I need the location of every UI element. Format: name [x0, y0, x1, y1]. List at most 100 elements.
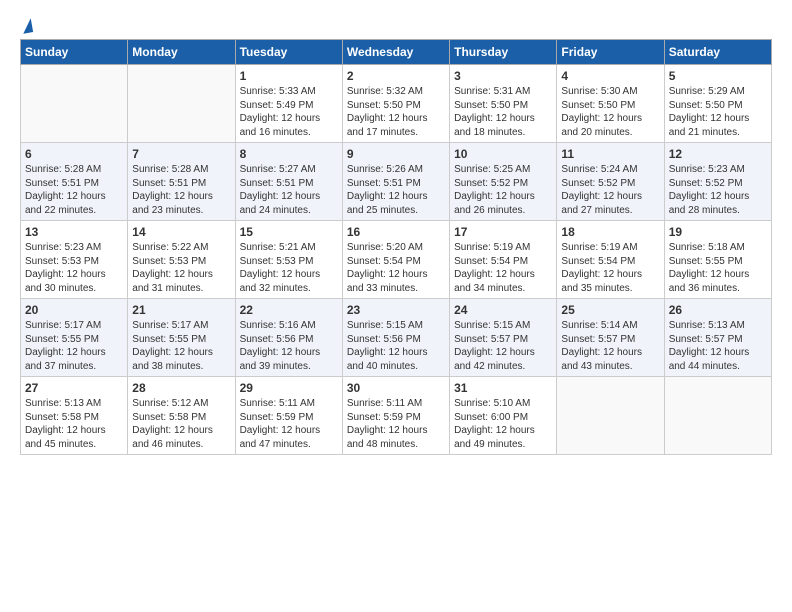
calendar-cell	[664, 377, 771, 455]
calendar-cell: 31 Sunrise: 5:10 AM Sunset: 6:00 PM Dayli…	[450, 377, 557, 455]
day-number: 21	[132, 303, 230, 317]
day-info: Sunrise: 5:10 AM Sunset: 6:00 PM Dayligh…	[454, 397, 552, 451]
day-number: 19	[669, 225, 767, 239]
week-row-2: 6 Sunrise: 5:28 AM Sunset: 5:51 PM Daylig…	[21, 143, 772, 221]
col-header-thursday: Thursday	[450, 40, 557, 65]
day-info: Sunrise: 5:16 AM Sunset: 5:56 PM Dayligh…	[240, 319, 338, 373]
week-row-1: 1Sunrise: 5:33 AM Sunset: 5:49 PM Daylig…	[21, 65, 772, 143]
calendar-cell: 15 Sunrise: 5:21 AM Sunset: 5:53 PM Dayli…	[235, 221, 342, 299]
calendar-cell: 26 Sunrise: 5:13 AM Sunset: 5:57 PM Dayli…	[664, 299, 771, 377]
header	[20, 15, 772, 33]
day-number: 14	[132, 225, 230, 239]
day-number: 16	[347, 225, 445, 239]
col-header-sunday: Sunday	[21, 40, 128, 65]
col-header-saturday: Saturday	[664, 40, 771, 65]
day-number: 4	[561, 69, 659, 83]
day-info: Sunrise: 5:30 AM Sunset: 5:50 PM Dayligh…	[561, 85, 659, 139]
day-number: 28	[132, 381, 230, 395]
calendar-cell	[21, 65, 128, 143]
day-number: 20	[25, 303, 123, 317]
day-number: 7	[132, 147, 230, 161]
day-info: Sunrise: 5:27 AM Sunset: 5:51 PM Dayligh…	[240, 163, 338, 217]
calendar-cell: 2 Sunrise: 5:32 AM Sunset: 5:50 PM Daylig…	[342, 65, 449, 143]
day-info: Sunrise: 5:32 AM Sunset: 5:50 PM Dayligh…	[347, 85, 445, 139]
calendar-cell: 20 Sunrise: 5:17 AM Sunset: 5:55 PM Dayli…	[21, 299, 128, 377]
day-number: 6	[25, 147, 123, 161]
week-row-4: 20 Sunrise: 5:17 AM Sunset: 5:55 PM Dayli…	[21, 299, 772, 377]
day-info: Sunrise: 5:14 AM Sunset: 5:57 PM Dayligh…	[561, 319, 659, 373]
calendar-cell: 6Sunrise: 5:28 AM Sunset: 5:51 PM Daylig…	[21, 143, 128, 221]
col-header-monday: Monday	[128, 40, 235, 65]
day-info: Sunrise: 5:17 AM Sunset: 5:55 PM Dayligh…	[132, 319, 230, 373]
day-info: Sunrise: 5:24 AM Sunset: 5:52 PM Dayligh…	[561, 163, 659, 217]
calendar-cell: 11Sunrise: 5:24 AM Sunset: 5:52 PM Dayli…	[557, 143, 664, 221]
day-number: 2	[347, 69, 445, 83]
calendar-cell: 14 Sunrise: 5:22 AM Sunset: 5:53 PM Dayli…	[128, 221, 235, 299]
day-number: 31	[454, 381, 552, 395]
day-info: Sunrise: 5:20 AM Sunset: 5:54 PM Dayligh…	[347, 241, 445, 295]
day-info: Sunrise: 5:28 AM Sunset: 5:51 PM Dayligh…	[132, 163, 230, 217]
calendar-cell	[128, 65, 235, 143]
day-info: Sunrise: 5:11 AM Sunset: 5:59 PM Dayligh…	[240, 397, 338, 451]
day-number: 26	[669, 303, 767, 317]
day-number: 22	[240, 303, 338, 317]
day-number: 9	[347, 147, 445, 161]
day-info: Sunrise: 5:13 AM Sunset: 5:57 PM Dayligh…	[669, 319, 767, 373]
day-info: Sunrise: 5:12 AM Sunset: 5:58 PM Dayligh…	[132, 397, 230, 451]
day-info: Sunrise: 5:15 AM Sunset: 5:57 PM Dayligh…	[454, 319, 552, 373]
day-number: 15	[240, 225, 338, 239]
day-number: 23	[347, 303, 445, 317]
calendar-cell: 16 Sunrise: 5:20 AM Sunset: 5:54 PM Dayli…	[342, 221, 449, 299]
calendar-cell: 19Sunrise: 5:18 AM Sunset: 5:55 PM Dayli…	[664, 221, 771, 299]
calendar-cell: 17Sunrise: 5:19 AM Sunset: 5:54 PM Dayli…	[450, 221, 557, 299]
day-info: Sunrise: 5:23 AM Sunset: 5:52 PM Dayligh…	[669, 163, 767, 217]
day-number: 3	[454, 69, 552, 83]
calendar-cell: 25 Sunrise: 5:14 AM Sunset: 5:57 PM Dayli…	[557, 299, 664, 377]
day-info: Sunrise: 5:21 AM Sunset: 5:53 PM Dayligh…	[240, 241, 338, 295]
calendar-cell: 4 Sunrise: 5:30 AM Sunset: 5:50 PM Daylig…	[557, 65, 664, 143]
calendar-cell: 24 Sunrise: 5:15 AM Sunset: 5:57 PM Dayli…	[450, 299, 557, 377]
week-row-5: 27 Sunrise: 5:13 AM Sunset: 5:58 PM Dayli…	[21, 377, 772, 455]
calendar-cell	[557, 377, 664, 455]
day-info: Sunrise: 5:15 AM Sunset: 5:56 PM Dayligh…	[347, 319, 445, 373]
day-number: 25	[561, 303, 659, 317]
calendar-cell: 21 Sunrise: 5:17 AM Sunset: 5:55 PM Dayli…	[128, 299, 235, 377]
calendar-cell: 28 Sunrise: 5:12 AM Sunset: 5:58 PM Dayli…	[128, 377, 235, 455]
day-number: 27	[25, 381, 123, 395]
day-number: 13	[25, 225, 123, 239]
day-number: 24	[454, 303, 552, 317]
col-header-friday: Friday	[557, 40, 664, 65]
day-number: 12	[669, 147, 767, 161]
calendar-header-row: SundayMondayTuesdayWednesdayThursdayFrid…	[21, 40, 772, 65]
day-info: Sunrise: 5:22 AM Sunset: 5:53 PM Dayligh…	[132, 241, 230, 295]
calendar-cell: 29 Sunrise: 5:11 AM Sunset: 5:59 PM Dayli…	[235, 377, 342, 455]
calendar-cell: 13Sunrise: 5:23 AM Sunset: 5:53 PM Dayli…	[21, 221, 128, 299]
calendar-table: SundayMondayTuesdayWednesdayThursdayFrid…	[20, 39, 772, 455]
calendar-cell: 5 Sunrise: 5:29 AM Sunset: 5:50 PM Daylig…	[664, 65, 771, 143]
day-number: 8	[240, 147, 338, 161]
calendar-cell: 23 Sunrise: 5:15 AM Sunset: 5:56 PM Dayli…	[342, 299, 449, 377]
day-info: Sunrise: 5:31 AM Sunset: 5:50 PM Dayligh…	[454, 85, 552, 139]
col-header-tuesday: Tuesday	[235, 40, 342, 65]
day-number: 18	[561, 225, 659, 239]
calendar-cell: 18 Sunrise: 5:19 AM Sunset: 5:54 PM Dayli…	[557, 221, 664, 299]
calendar-cell: 1Sunrise: 5:33 AM Sunset: 5:49 PM Daylig…	[235, 65, 342, 143]
logo	[20, 19, 32, 33]
day-info: Sunrise: 5:17 AM Sunset: 5:55 PM Dayligh…	[25, 319, 123, 373]
calendar-cell: 30 Sunrise: 5:11 AM Sunset: 5:59 PM Dayli…	[342, 377, 449, 455]
day-info: Sunrise: 5:11 AM Sunset: 5:59 PM Dayligh…	[347, 397, 445, 451]
day-info: Sunrise: 5:25 AM Sunset: 5:52 PM Dayligh…	[454, 163, 552, 217]
calendar-cell: 8 Sunrise: 5:27 AM Sunset: 5:51 PM Daylig…	[235, 143, 342, 221]
calendar-cell: 9Sunrise: 5:26 AM Sunset: 5:51 PM Daylig…	[342, 143, 449, 221]
calendar-cell: 10Sunrise: 5:25 AM Sunset: 5:52 PM Dayli…	[450, 143, 557, 221]
day-info: Sunrise: 5:19 AM Sunset: 5:54 PM Dayligh…	[561, 241, 659, 295]
day-number: 29	[240, 381, 338, 395]
day-number: 5	[669, 69, 767, 83]
calendar-cell: 22 Sunrise: 5:16 AM Sunset: 5:56 PM Dayli…	[235, 299, 342, 377]
day-number: 30	[347, 381, 445, 395]
col-header-wednesday: Wednesday	[342, 40, 449, 65]
calendar-cell: 12 Sunrise: 5:23 AM Sunset: 5:52 PM Dayli…	[664, 143, 771, 221]
calendar-cell: 7 Sunrise: 5:28 AM Sunset: 5:51 PM Daylig…	[128, 143, 235, 221]
day-info: Sunrise: 5:13 AM Sunset: 5:58 PM Dayligh…	[25, 397, 123, 451]
day-info: Sunrise: 5:29 AM Sunset: 5:50 PM Dayligh…	[669, 85, 767, 139]
